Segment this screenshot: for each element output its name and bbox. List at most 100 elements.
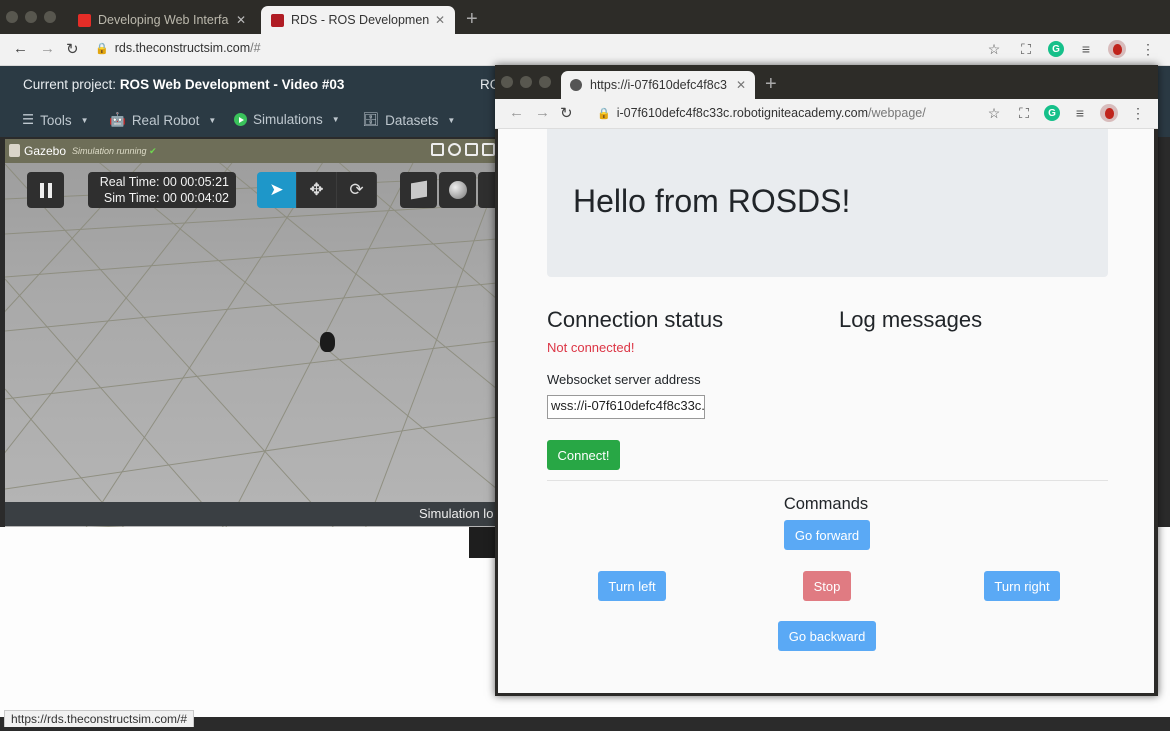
globe-icon (570, 79, 582, 91)
browser-toolbar: ← → ↻ 🔒 rds.theconstructsim.com/# ☆ ⛶ G ≡… (0, 34, 1170, 66)
close-tab-icon[interactable]: ✕ (435, 13, 445, 27)
minimize-icon[interactable] (465, 143, 478, 156)
close-tab-icon[interactable]: ✕ (236, 13, 246, 27)
menu-label: Datasets (385, 112, 439, 128)
window-minimize-button[interactable] (520, 76, 532, 88)
simulation-log-label: Simulation lo (419, 506, 494, 521)
caret-down-icon: ▼ (331, 115, 340, 124)
gazebo-viewport[interactable]: Gazebo Simulation running ✔ Real Time: 0… (5, 139, 497, 527)
robot-icon: 🤖 (109, 112, 126, 127)
tab-developing-web-interfaces[interactable]: Developing Web Interfa ✕ (68, 6, 256, 34)
gazebo-title-bar: Gazebo Simulation running ✔ (5, 139, 497, 163)
simulation-status: Simulation running ✔ (72, 146, 157, 157)
popup-window-controls (501, 76, 551, 88)
connection-status-text: Not connected! (547, 340, 635, 355)
popup-tab[interactable]: https://i-07f610defc4f8c3 ✕ (561, 71, 755, 99)
close-tab-icon[interactable]: ✕ (736, 78, 746, 92)
more-menu-icon[interactable]: ⋮ (1128, 103, 1148, 123)
popup-tab-bar: https://i-07f610defc4f8c3 ✕ + (495, 65, 1158, 99)
pause-button[interactable] (27, 172, 64, 208)
window-bottom-border (0, 727, 1170, 731)
play-icon (234, 113, 247, 126)
back-icon[interactable]: ← (509, 104, 524, 121)
gazebo-logo-icon (9, 144, 20, 157)
window-close-button[interactable] (501, 76, 513, 88)
tab-rds[interactable]: RDS - ROS Development S ✕ (261, 6, 455, 34)
turn-left-button[interactable]: Turn left (598, 571, 666, 601)
new-tab-button[interactable]: + (466, 9, 478, 29)
popup-toolbar: ← → ↻ 🔒 i-07f610defc4f8c33c.robotigniteac… (495, 99, 1158, 129)
grammarly-icon[interactable]: G (1048, 41, 1064, 57)
media-icon[interactable]: ≡ (1076, 39, 1096, 59)
link-status-bar: https://rds.theconstructsim.com/# (4, 710, 195, 728)
websocket-address-input[interactable]: wss://i-07f610defc4f8c33c. (547, 395, 705, 419)
url-host: i-07f610defc4f8c33c.robotigniteacademy.c… (616, 106, 869, 120)
window-minimize-button[interactable] (25, 11, 37, 23)
screenshot-icon[interactable]: ⛶ (1014, 103, 1034, 123)
back-icon[interactable]: ← (13, 40, 28, 57)
lock-icon: 🔒 (95, 43, 109, 55)
database-icon: 🗄 (362, 112, 380, 127)
restore-icon[interactable] (431, 143, 444, 156)
reload-icon[interactable]: ↻ (560, 104, 573, 122)
tab-title: https://i-07f610defc4f8c3 (590, 78, 727, 92)
window-controls (6, 11, 56, 23)
rds-favicon-icon (271, 13, 284, 27)
sim-time: Sim Time: 00 00:04:02 (103, 191, 229, 205)
go-forward-button[interactable]: Go forward (784, 520, 870, 550)
new-tab-button[interactable]: + (765, 74, 777, 94)
current-project: Current project: ROS Web Development - V… (23, 77, 344, 92)
media-icon[interactable]: ≡ (1070, 103, 1090, 123)
menu-label: Tools (40, 112, 72, 128)
grammarly-icon[interactable]: G (1044, 105, 1060, 121)
forward-icon[interactable]: → (40, 40, 55, 57)
lock-icon: 🔒 (597, 108, 611, 120)
popup-bottom-border (495, 693, 1158, 696)
forward-icon[interactable]: → (535, 104, 550, 121)
reload-icon[interactable]: ↻ (66, 40, 79, 58)
address-bar[interactable]: 🔒 i-07f610defc4f8c33c.robotigniteacademy.… (597, 106, 926, 120)
tab-title: Developing Web Interfa (98, 13, 229, 27)
screenshot-icon[interactable]: ⛶ (1016, 39, 1036, 59)
project-label: Current project: (23, 77, 117, 92)
url-path: /webpage/ (868, 106, 926, 120)
select-mode-icon[interactable]: ➤ (257, 172, 297, 208)
maximize-icon[interactable] (482, 143, 495, 156)
log-messages-title: Log messages (839, 307, 983, 332)
caret-down-icon: ▼ (447, 115, 456, 125)
stop-button[interactable]: Stop (803, 571, 851, 601)
caret-down-icon: ▼ (208, 115, 217, 125)
turn-right-button[interactable]: Turn right (984, 571, 1060, 601)
menu-real-robot[interactable]: 🤖 Real Robot ▼ (109, 112, 216, 128)
connect-button[interactable]: Connect! (547, 440, 620, 470)
gazebo-mode-tools: ➤ ✥ ⟳ (257, 172, 377, 208)
robot-model[interactable] (320, 332, 335, 352)
sim-clock: Real Time: 00 00:05:21 Sim Time: 00 00:0… (88, 172, 236, 208)
refresh-icon[interactable] (448, 143, 461, 156)
window-close-button[interactable] (6, 11, 18, 23)
menu-simulations[interactable]: Simulations ▼ (234, 112, 340, 127)
star-icon[interactable]: ☆ (984, 103, 1004, 123)
rotate-mode-icon[interactable]: ⟳ (337, 172, 377, 208)
go-backward-button[interactable]: Go backward (778, 621, 876, 651)
window-maximize-button[interactable] (44, 11, 56, 23)
profile-avatar-icon[interactable] (1100, 104, 1118, 122)
sphere-shape-icon[interactable] (439, 172, 476, 208)
real-time: Real Time: 00 00:05:21 (99, 175, 229, 189)
star-icon[interactable]: ☆ (984, 39, 1004, 59)
gazebo-footer: Simulation lo (5, 502, 497, 526)
address-bar[interactable]: 🔒 rds.theconstructsim.com/# (95, 41, 261, 55)
translate-mode-icon[interactable]: ✥ (297, 172, 337, 208)
box-shape-icon[interactable] (400, 172, 437, 208)
window-maximize-button[interactable] (539, 76, 551, 88)
menu-tools[interactable]: ☰ Tools ▼ (22, 112, 89, 128)
popup-browser-window: https://i-07f610defc4f8c3 ✕ + ← → ↻ 🔒 i-0… (495, 65, 1158, 696)
browser-tab-bar: Developing Web Interfa ✕ RDS - ROS Devel… (0, 0, 1170, 34)
more-menu-icon[interactable]: ⋮ (1138, 39, 1158, 59)
profile-avatar-icon[interactable] (1108, 40, 1126, 58)
menu-datasets[interactable]: 🗄 Datasets ▼ (362, 112, 455, 128)
menu-label: Simulations (253, 112, 323, 127)
project-name: ROS Web Development - Video #03 (119, 77, 345, 92)
websocket-address-label: Websocket server address (547, 372, 701, 387)
gazebo-shape-tools (400, 172, 497, 208)
